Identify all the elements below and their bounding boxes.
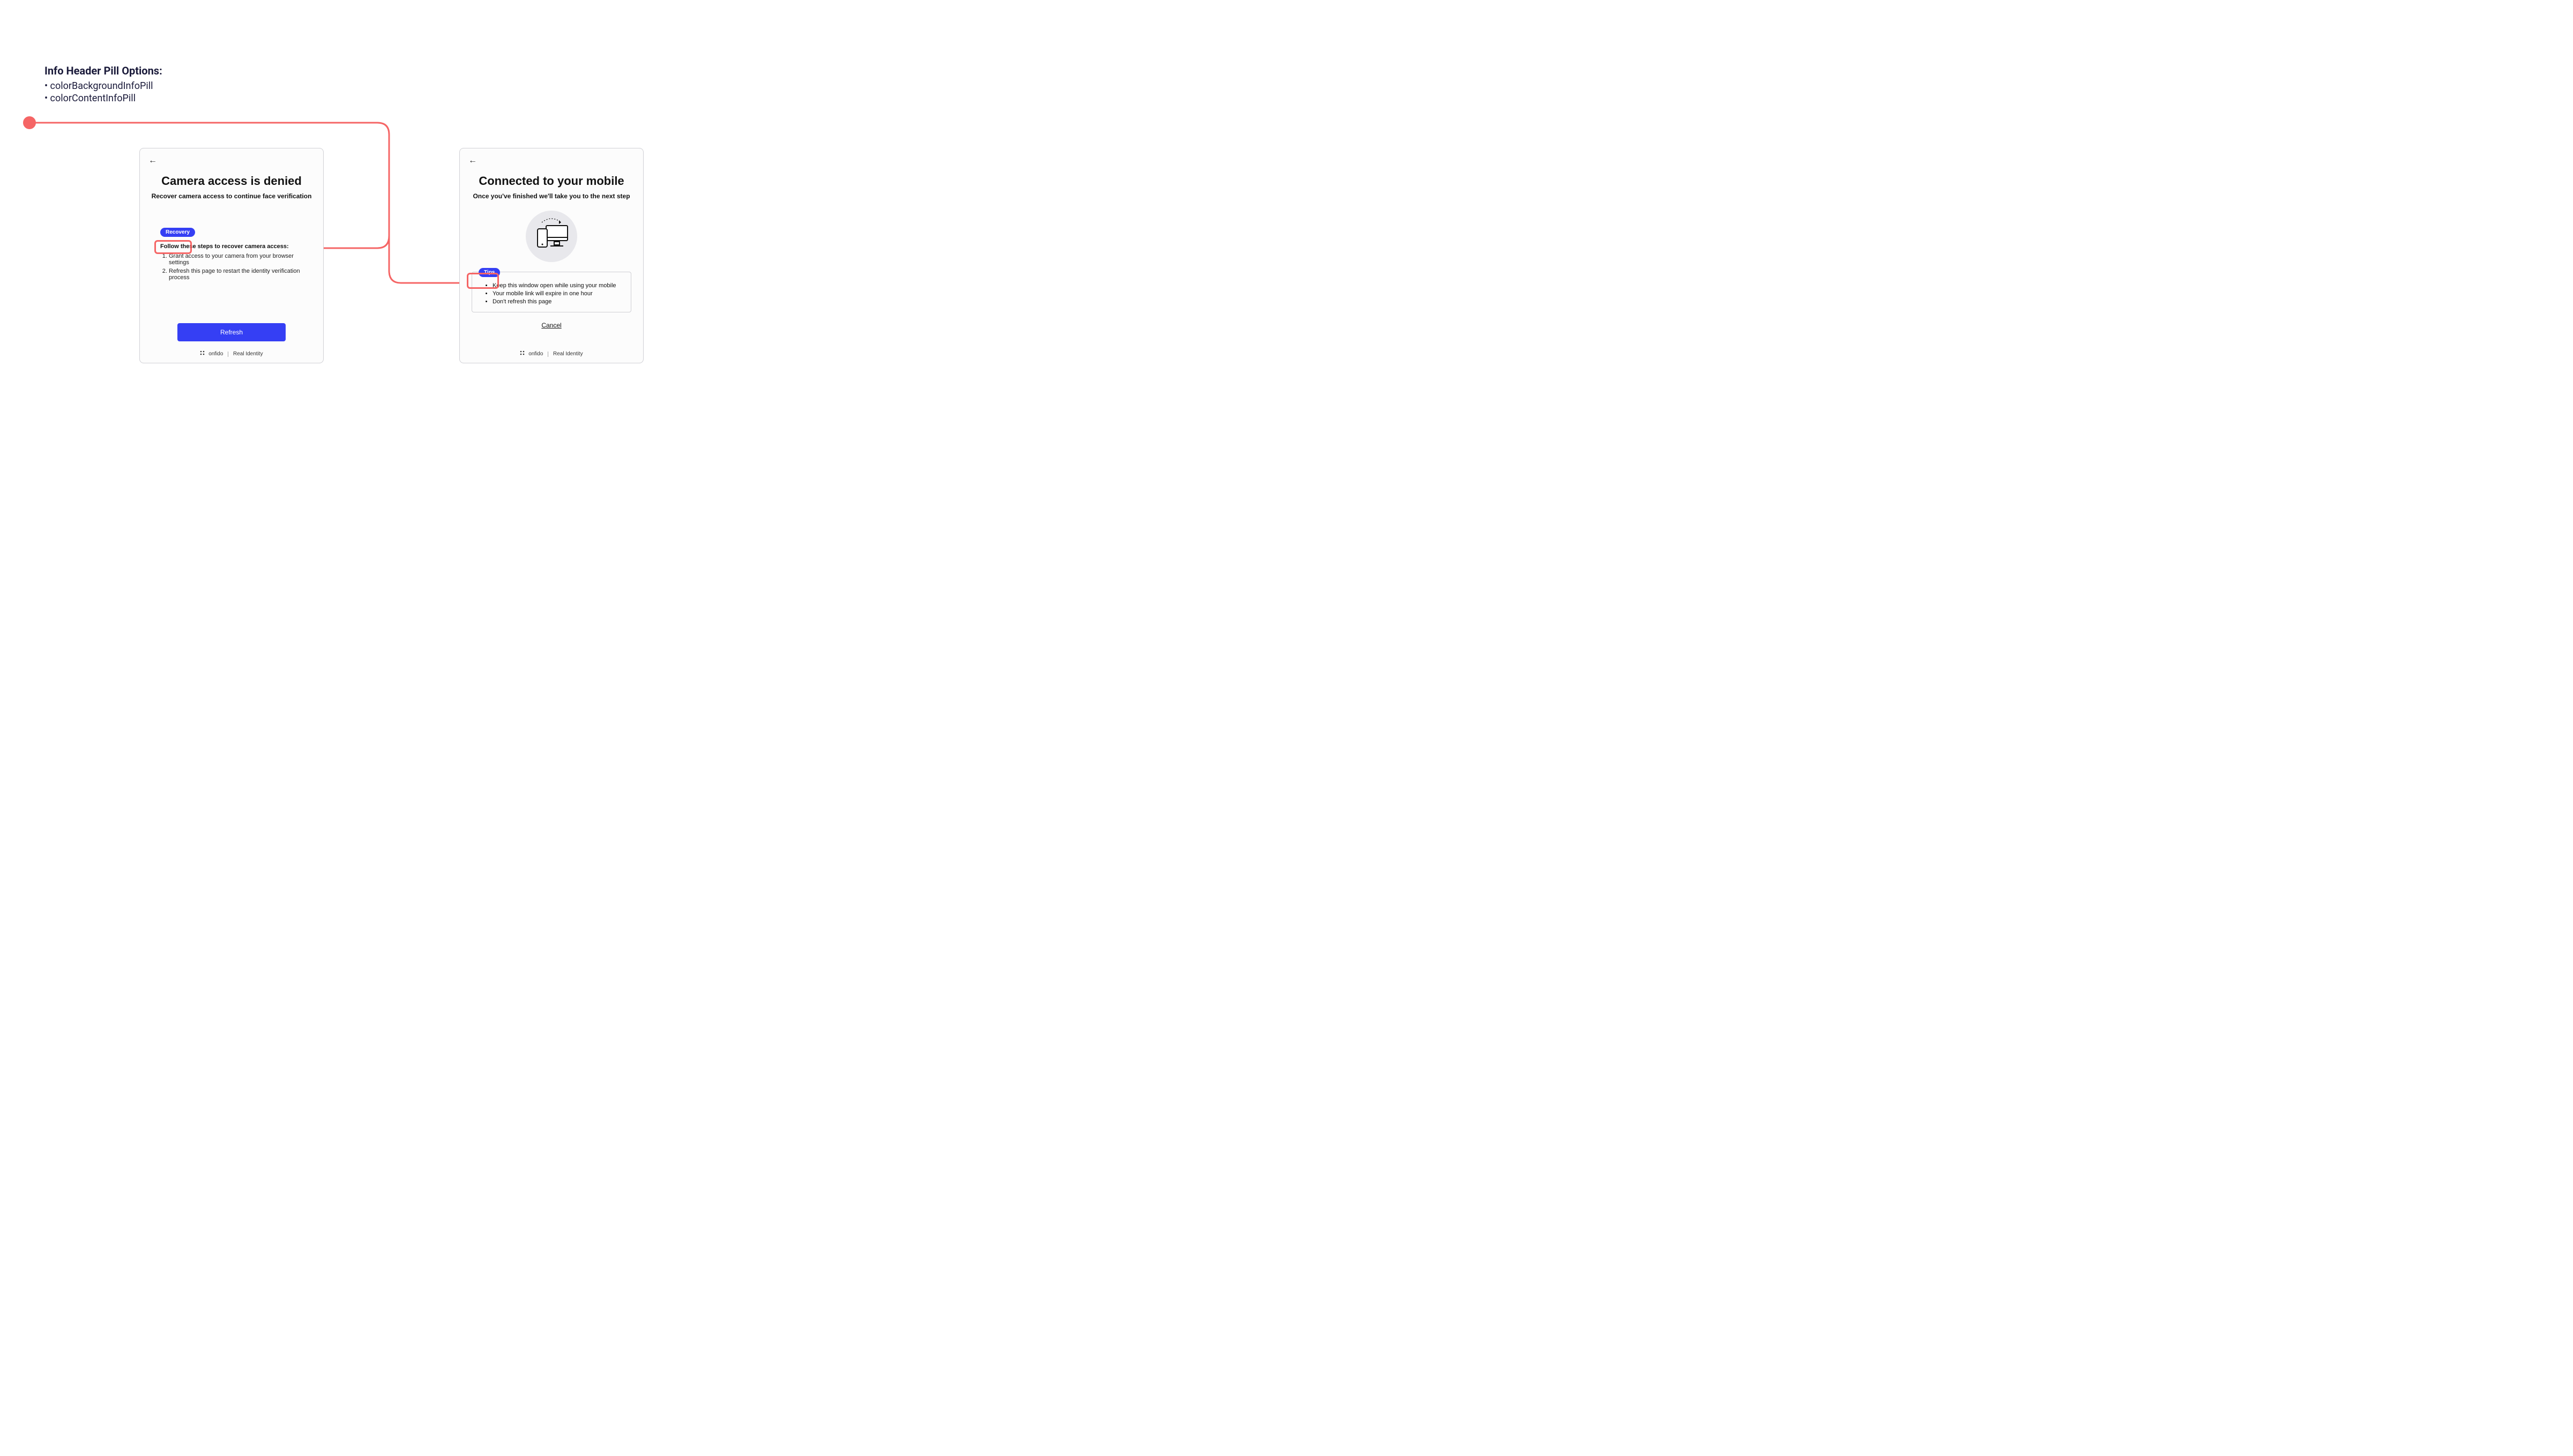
options-item-1: • colorContentInfoPill <box>44 93 162 104</box>
onfido-logo-icon <box>200 350 205 357</box>
refresh-button[interactable]: Refresh <box>177 323 286 341</box>
cancel-button[interactable]: Cancel <box>538 321 564 330</box>
steps-list: Grant access to your camera from your br… <box>160 253 303 281</box>
tip-item: Keep this window open while using your m… <box>493 282 624 289</box>
step-item: Grant access to your camera from your br… <box>169 253 303 266</box>
step-item: Refresh this page to restart the identit… <box>169 268 303 281</box>
onfido-logo-icon <box>520 350 525 357</box>
illustration-wrap <box>468 211 635 262</box>
phone-desktop-illustration <box>526 211 577 262</box>
recovery-pill: Recovery <box>160 228 195 237</box>
back-arrow-icon[interactable]: ← <box>148 156 315 166</box>
page-title: Connected to your mobile <box>468 174 635 188</box>
footer-brand-name: onfido <box>528 351 543 357</box>
footer-brand: onfido Real Identity <box>140 350 323 357</box>
page-subtitle: Recover camera access to continue face v… <box>148 192 315 200</box>
connected-mobile-card: ← Connected to your mobile Once you've f… <box>459 148 644 363</box>
annotation-dot <box>23 116 36 129</box>
options-block: Info Header Pill Options: • colorBackgro… <box>44 64 162 105</box>
camera-denied-card: ← Camera access is denied Recover camera… <box>139 148 324 363</box>
tips-list: Keep this window open while using your m… <box>479 282 624 305</box>
tip-item: Your mobile link will expire in one hour <box>493 290 624 297</box>
steps-heading: Follow these steps to recover camera acc… <box>160 243 303 250</box>
footer-tagline: Real Identity <box>553 351 583 357</box>
options-item-0: • colorBackgroundInfoPill <box>44 80 162 92</box>
page-title: Camera access is denied <box>148 174 315 188</box>
footer-tagline: Real Identity <box>233 351 263 357</box>
footer-brand: onfido Real Identity <box>460 350 643 357</box>
options-title: Info Header Pill Options: <box>44 64 162 77</box>
page-subtitle: Once you've finished we'll take you to t… <box>468 192 635 200</box>
back-arrow-icon[interactable]: ← <box>468 156 635 166</box>
tip-item: Don't refresh this page <box>493 298 624 305</box>
tips-pill: Tips <box>479 268 500 277</box>
footer-brand-name: onfido <box>208 351 223 357</box>
tips-box: Tips Keep this window open while using y… <box>472 272 631 312</box>
